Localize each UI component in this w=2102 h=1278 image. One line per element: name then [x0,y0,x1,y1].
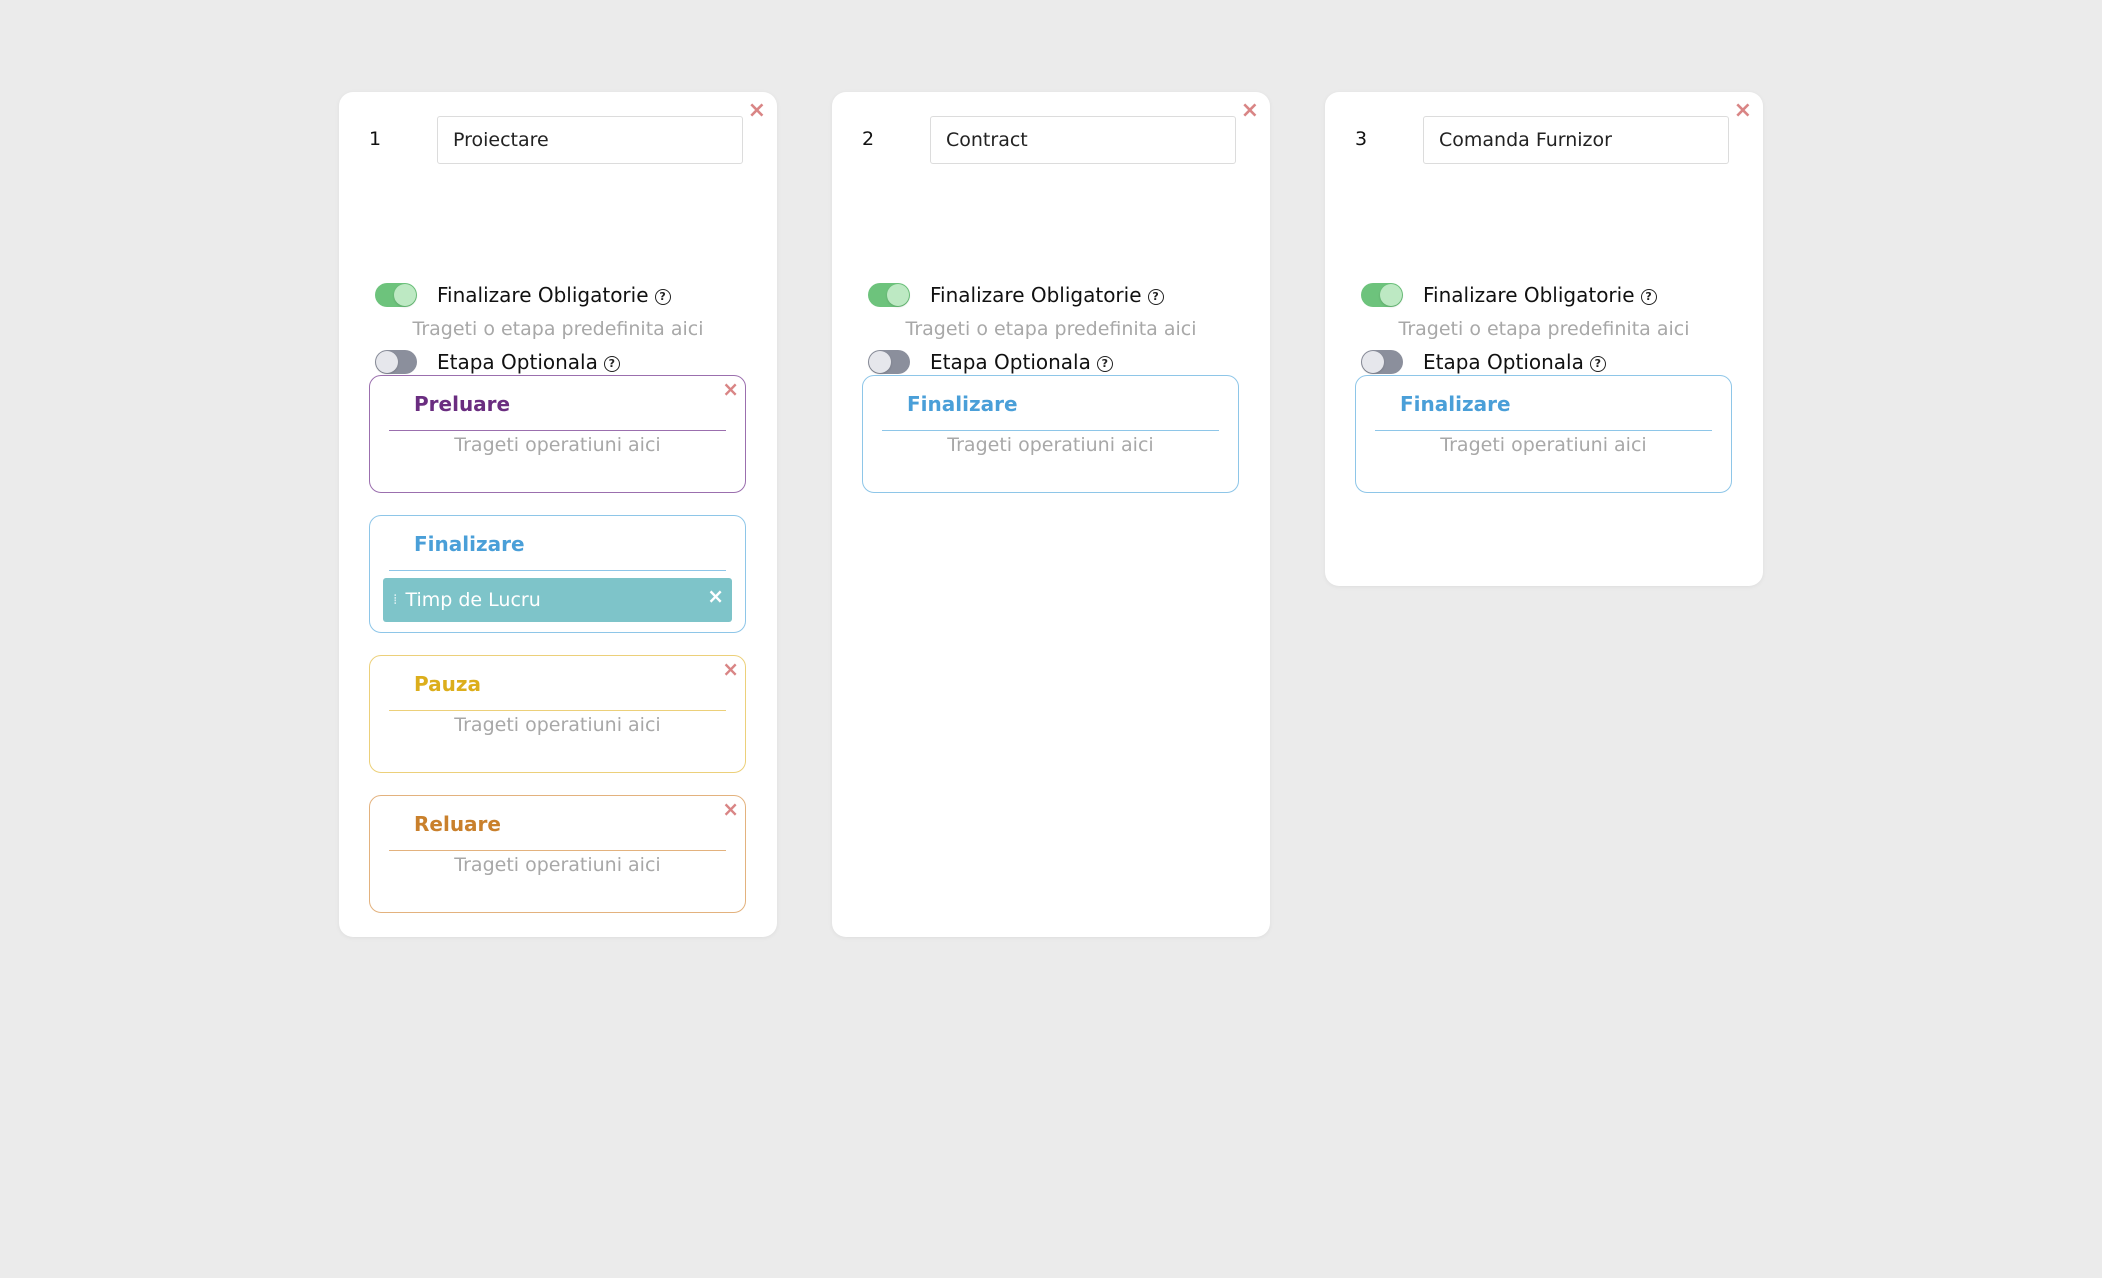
predefined-stage-drop-hint[interactable]: Trageti o etapa predefinita aici [339,318,777,340]
help-icon[interactable]: ? [654,289,671,305]
operations-drop-hint[interactable]: Trageti operatiuni aici [1356,434,1731,456]
operations-drop-hint[interactable]: Trageti operatiuni aici [370,854,745,876]
predefined-stage-drop-hint[interactable]: Trageti o etapa predefinita aici [1325,318,1763,340]
finalize-required-label: Finalizare Obligatorie? [930,283,1164,307]
remove-substage-close-icon[interactable]: × [722,659,739,679]
finalize-required-row: Finalizare Obligatorie? [868,279,1164,311]
optional-stage-row: Etapa Optionala? [868,346,1113,378]
substage-title: Pauza [414,672,481,696]
optional-stage-label: Etapa Optionala? [1423,350,1606,374]
finalize-required-toggle[interactable] [868,283,910,307]
divider [1375,430,1712,431]
divider [389,850,726,851]
substage-finalizare[interactable]: Finalizare Trageti operatiuni aici [862,375,1239,493]
stage-number: 1 [369,128,382,150]
help-icon[interactable]: ? [1096,356,1113,372]
help-icon[interactable]: ? [1147,289,1164,305]
finalize-required-row: Finalizare Obligatorie? [375,279,671,311]
substage-finalizare[interactable]: Finalizare Trageti operatiuni aici [1355,375,1732,493]
optional-stage-toggle[interactable] [1361,350,1403,374]
substage-reluare[interactable]: × Reluare Trageti operatiuni aici [369,795,746,913]
stage-card-2: × 2 Finalizare Obligatorie? Etapa Option… [832,92,1270,937]
remove-stage-close-icon[interactable]: × [1241,100,1259,122]
substage-pauza[interactable]: × Pauza Trageti operatiuni aici [369,655,746,773]
substage-title: Reluare [414,812,501,836]
optional-stage-row: Etapa Optionala? [1361,346,1606,378]
operations-drop-hint[interactable]: Trageti operatiuni aici [370,434,745,456]
optional-stage-row: Etapa Optionala? [375,346,620,378]
finalize-required-label: Finalizare Obligatorie? [1423,283,1657,307]
optional-stage-toggle[interactable] [375,350,417,374]
remove-stage-close-icon[interactable]: × [748,100,766,122]
remove-operation-close-icon[interactable]: × [707,584,724,608]
remove-stage-close-icon[interactable]: × [1734,100,1752,122]
divider [389,430,726,431]
operation-label: Timp de Lucru [405,589,541,611]
divider [389,570,726,571]
optional-stage-toggle[interactable] [868,350,910,374]
operations-drop-hint[interactable]: Trageti operatiuni aici [863,434,1238,456]
substage-title: Finalizare [1400,392,1511,416]
substage-title: Finalizare [414,532,525,556]
help-icon[interactable]: ? [603,356,620,372]
divider [882,430,1219,431]
help-icon[interactable]: ? [1589,356,1606,372]
drag-handle-icon[interactable]: ⁞ [393,592,398,608]
remove-substage-close-icon[interactable]: × [722,799,739,819]
operation-item[interactable]: ⁞ Timp de Lucru × [383,578,732,622]
predefined-stage-drop-hint[interactable]: Trageti o etapa predefinita aici [832,318,1270,340]
stage-card-1: × 1 Finalizare Obligatorie? Etapa Option… [339,92,777,937]
divider [389,710,726,711]
stage-name-input[interactable] [930,116,1236,164]
finalize-required-label: Finalizare Obligatorie? [437,283,671,307]
help-icon[interactable]: ? [1640,289,1657,305]
substage-title: Preluare [414,392,511,416]
optional-stage-label: Etapa Optionala? [437,350,620,374]
substage-finalizare[interactable]: Finalizare ⁞ Timp de Lucru × [369,515,746,633]
stage-card-3: × 3 Finalizare Obligatorie? Etapa Option… [1325,92,1763,586]
optional-stage-label: Etapa Optionala? [930,350,1113,374]
stage-number: 2 [862,128,875,150]
finalize-required-toggle[interactable] [1361,283,1403,307]
finalize-required-row: Finalizare Obligatorie? [1361,279,1657,311]
stage-name-input[interactable] [1423,116,1729,164]
remove-substage-close-icon[interactable]: × [722,379,739,399]
stages-board: × 1 Finalizare Obligatorie? Etapa Option… [0,0,2102,1278]
stage-number: 3 [1355,128,1368,150]
substage-preluare[interactable]: × Preluare Trageti operatiuni aici [369,375,746,493]
substage-title: Finalizare [907,392,1018,416]
finalize-required-toggle[interactable] [375,283,417,307]
stage-name-input[interactable] [437,116,743,164]
operations-drop-hint[interactable]: Trageti operatiuni aici [370,714,745,736]
